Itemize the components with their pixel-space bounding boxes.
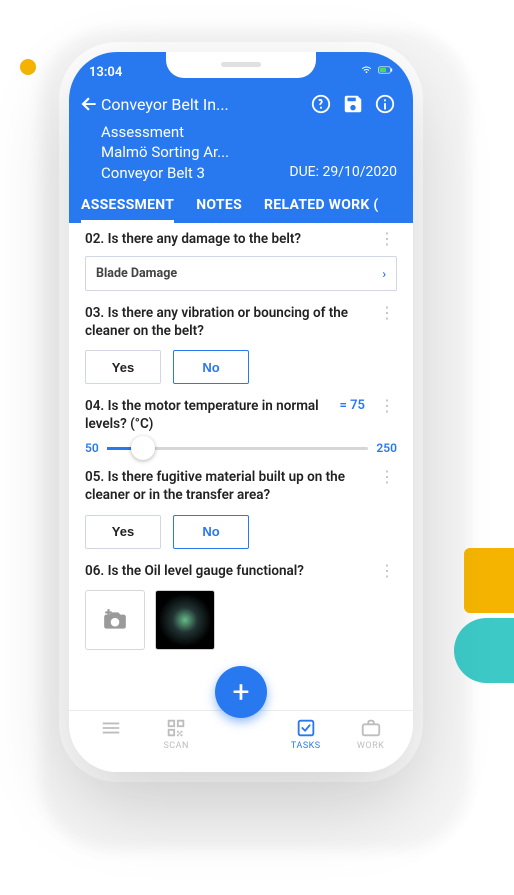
- arrow-left-icon: [79, 94, 99, 114]
- nav-spacer: [209, 717, 274, 772]
- nav-scan-label: SCAN: [163, 741, 189, 751]
- decorative-dot: [20, 59, 36, 75]
- info-icon: [374, 93, 396, 115]
- qr-icon: [165, 717, 187, 739]
- slider-thumb[interactable]: [131, 436, 155, 460]
- nav-tasks[interactable]: TASKS: [273, 717, 338, 772]
- phone-notch: [166, 52, 316, 78]
- question-02-label: 02. Is there any damage to the belt?: [85, 231, 371, 249]
- question-05-label: 05. Is there fugitive material built up …: [85, 469, 371, 504]
- question-04-value: = 75: [340, 398, 365, 413]
- asset-subtitle: Conveyor Belt 3: [101, 163, 205, 183]
- fab-add[interactable]: +: [215, 666, 267, 718]
- question-02-value: Blade Damage: [96, 266, 177, 281]
- question-05-yes[interactable]: Yes: [85, 515, 161, 549]
- phone-frame: 13:04 Conveyor Belt In...: [69, 52, 413, 772]
- tab-related-work[interactable]: RELATED WORK (: [264, 197, 379, 223]
- save-icon: [342, 93, 364, 115]
- tab-notes[interactable]: NOTES: [196, 197, 242, 223]
- question-03-label: 03. Is there any vibration or bouncing o…: [85, 305, 371, 340]
- location-subtitle: Malmö Sorting Ar...: [101, 142, 229, 162]
- briefcase-icon: [360, 717, 382, 739]
- nav-menu[interactable]: [79, 717, 144, 772]
- question-03-yes[interactable]: Yes: [85, 350, 161, 384]
- question-05-no[interactable]: No: [173, 515, 249, 549]
- question-04-more[interactable]: ⋮: [377, 398, 397, 414]
- help-button[interactable]: [309, 92, 333, 116]
- clock: 13:04: [89, 65, 122, 80]
- add-photo-button[interactable]: [85, 590, 145, 650]
- nav-scan[interactable]: SCAN: [144, 717, 209, 772]
- nav-work[interactable]: WORK: [338, 717, 403, 772]
- save-button[interactable]: [341, 92, 365, 116]
- wifi-icon: [359, 64, 374, 80]
- tab-assessment[interactable]: ASSESSMENT: [81, 197, 174, 223]
- due-label: DUE: 29/10/2020: [289, 163, 397, 183]
- page-title: Conveyor Belt In...: [101, 95, 229, 114]
- slider-max: 250: [376, 441, 397, 455]
- decorative-square: [464, 548, 514, 613]
- chevron-right-icon: ›: [382, 267, 386, 281]
- nav-work-label: WORK: [357, 741, 384, 751]
- question-03-no[interactable]: No: [173, 350, 249, 384]
- content-area: 02. Is there any damage to the belt? ⋮ B…: [69, 223, 413, 710]
- question-03-more[interactable]: ⋮: [377, 305, 397, 321]
- question-02-select[interactable]: Blade Damage ›: [85, 256, 397, 291]
- question-02-more[interactable]: ⋮: [377, 231, 397, 247]
- slider-min: 50: [85, 441, 99, 455]
- photo-thumbnail[interactable]: [155, 590, 215, 650]
- question-04-label: 04. Is the motor temperature in normal l…: [85, 398, 334, 433]
- camera-plus-icon: [102, 607, 128, 633]
- menu-icon: [100, 717, 122, 739]
- question-06-more[interactable]: ⋮: [377, 563, 397, 579]
- temperature-slider[interactable]: [107, 447, 369, 450]
- info-button[interactable]: [373, 92, 397, 116]
- question-05-more[interactable]: ⋮: [377, 469, 397, 485]
- bottom-nav: SCAN TASKS WORK: [69, 710, 413, 772]
- assessment-subtitle: Assessment: [101, 122, 184, 142]
- plus-icon: +: [232, 675, 249, 710]
- nav-tasks-label: TASKS: [291, 741, 321, 751]
- battery-icon: [378, 64, 393, 80]
- tasks-icon: [295, 717, 317, 739]
- question-06-label: 06. Is the Oil level gauge functional?: [85, 563, 371, 581]
- decorative-teal: [454, 618, 514, 683]
- back-button[interactable]: Conveyor Belt In...: [79, 94, 301, 114]
- help-icon: [310, 93, 332, 115]
